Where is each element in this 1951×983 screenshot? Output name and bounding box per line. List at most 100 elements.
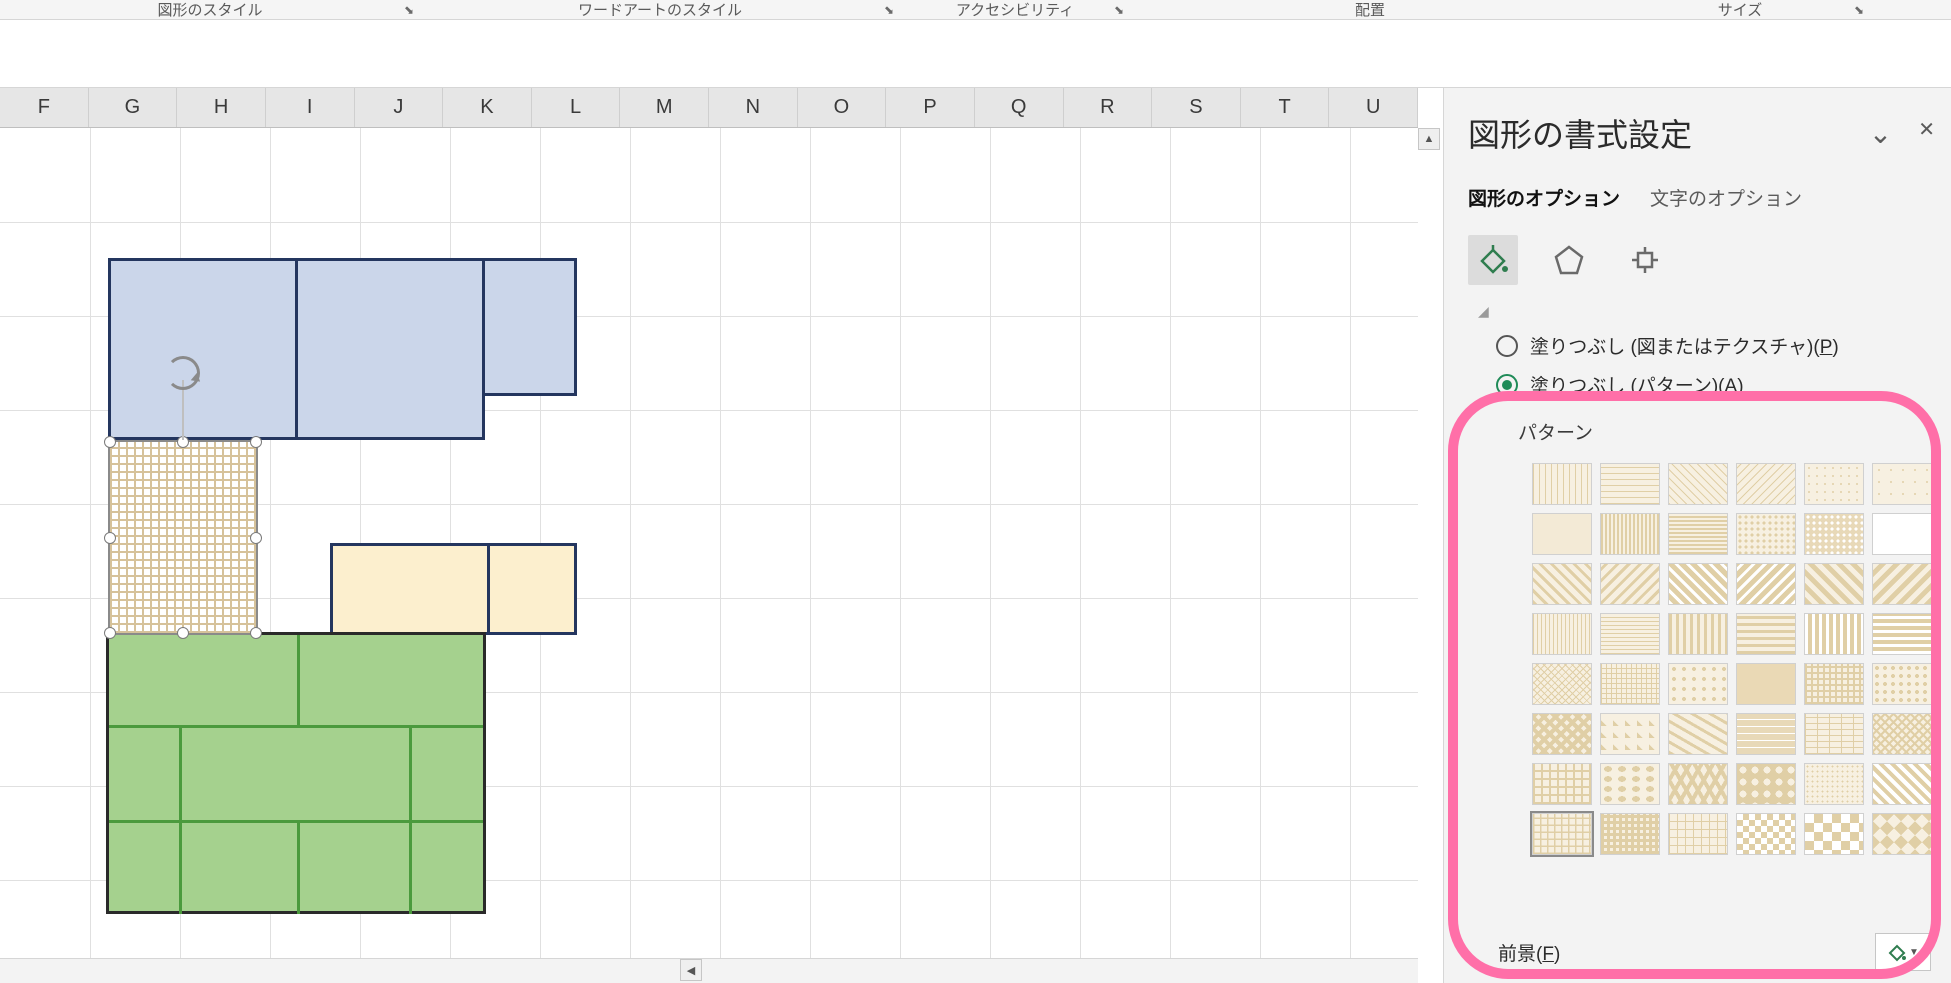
dialog-launcher-icon[interactable]: ⬊ <box>884 3 894 17</box>
col-header[interactable]: L <box>532 88 621 127</box>
horizontal-scrollbar[interactable]: ◀ <box>0 958 1418 983</box>
selected-shape[interactable] <box>108 440 258 635</box>
pattern-swatch[interactable] <box>1532 513 1592 555</box>
pattern-swatch[interactable] <box>1736 463 1796 505</box>
effects-icon[interactable] <box>1544 235 1594 285</box>
col-header[interactable]: F <box>0 88 89 127</box>
col-header[interactable]: M <box>620 88 709 127</box>
fill-picture-radio[interactable]: 塗りつぶし (図またはテクスチャ)(P) <box>1496 332 1935 359</box>
resize-handle-nw[interactable] <box>104 436 116 448</box>
size-properties-icon[interactable] <box>1620 235 1670 285</box>
resize-handle-e[interactable] <box>250 532 262 544</box>
pattern-swatch[interactable] <box>1600 613 1660 655</box>
pattern-swatch[interactable] <box>1668 713 1728 755</box>
fill-and-line-icon[interactable] <box>1468 235 1518 285</box>
pattern-swatch[interactable] <box>1872 813 1932 855</box>
pattern-swatch[interactable] <box>1872 663 1932 705</box>
pattern-swatch[interactable] <box>1736 663 1796 705</box>
pattern-swatch[interactable] <box>1736 763 1796 805</box>
resize-handle-ne[interactable] <box>250 436 262 448</box>
pattern-swatch[interactable] <box>1736 613 1796 655</box>
close-panel-icon[interactable]: ✕ <box>1918 117 1935 150</box>
pattern-swatch[interactable] <box>1804 813 1864 855</box>
pattern-swatch[interactable] <box>1668 813 1728 855</box>
col-header[interactable]: P <box>886 88 975 127</box>
shape-blue-3[interactable] <box>482 258 577 396</box>
spreadsheet-grid[interactable]: F G H I J K L M N O P Q R S T U <box>0 88 1443 983</box>
resize-handle-s[interactable] <box>177 627 189 639</box>
ribbon-group-label: ワードアートのスタイル <box>578 0 742 20</box>
col-header[interactable]: Q <box>975 88 1064 127</box>
grid-cells[interactable] <box>0 128 1418 958</box>
pattern-swatch[interactable] <box>1668 613 1728 655</box>
pattern-swatch[interactable] <box>1532 613 1592 655</box>
pattern-swatch[interactable] <box>1532 463 1592 505</box>
pattern-swatch[interactable] <box>1600 713 1660 755</box>
pattern-swatch[interactable] <box>1804 563 1864 605</box>
pattern-swatch[interactable] <box>1872 463 1932 505</box>
resize-handle-se[interactable] <box>250 627 262 639</box>
col-header[interactable]: R <box>1064 88 1153 127</box>
col-header[interactable]: U <box>1329 88 1418 127</box>
col-header[interactable]: H <box>177 88 266 127</box>
shape-cream-1[interactable] <box>330 543 490 635</box>
col-header[interactable]: N <box>709 88 798 127</box>
rotation-handle[interactable] <box>166 356 200 390</box>
pattern-swatch[interactable] <box>1804 613 1864 655</box>
collapse-panel-icon[interactable]: ⌄ <box>1869 117 1892 150</box>
pattern-swatch-selected[interactable] <box>1532 813 1592 855</box>
col-header[interactable]: J <box>355 88 444 127</box>
pattern-swatch[interactable] <box>1668 463 1728 505</box>
resize-handle-w[interactable] <box>104 532 116 544</box>
pattern-swatch[interactable] <box>1600 513 1660 555</box>
pattern-swatch[interactable] <box>1736 513 1796 555</box>
pattern-swatch[interactable] <box>1736 563 1796 605</box>
dialog-launcher-icon[interactable]: ⬊ <box>1854 3 1864 17</box>
pattern-swatch[interactable] <box>1804 663 1864 705</box>
shape-blue-2[interactable] <box>295 258 485 440</box>
pattern-swatch[interactable] <box>1668 663 1728 705</box>
pattern-swatch[interactable] <box>1872 513 1932 555</box>
pattern-swatch[interactable] <box>1872 713 1932 755</box>
pattern-swatch[interactable] <box>1736 713 1796 755</box>
pattern-swatch[interactable] <box>1668 563 1728 605</box>
pattern-swatch[interactable] <box>1872 563 1932 605</box>
pattern-swatch[interactable] <box>1600 463 1660 505</box>
resize-handle-sw[interactable] <box>104 627 116 639</box>
pattern-swatch[interactable] <box>1600 763 1660 805</box>
pattern-swatch[interactable] <box>1532 663 1592 705</box>
shape-green-tatami[interactable] <box>106 632 486 914</box>
pattern-swatch[interactable] <box>1804 463 1864 505</box>
pattern-swatch[interactable] <box>1804 763 1864 805</box>
pattern-swatch[interactable] <box>1872 613 1932 655</box>
pattern-swatch[interactable] <box>1600 563 1660 605</box>
section-caret-icon[interactable]: ◢ <box>1478 303 1935 320</box>
scroll-up-button[interactable]: ▲ <box>1418 128 1440 150</box>
shape-blue-1[interactable] <box>108 258 298 440</box>
pattern-swatch[interactable] <box>1668 763 1728 805</box>
scroll-left-button[interactable]: ◀ <box>680 959 702 981</box>
col-header[interactable]: I <box>266 88 355 127</box>
pattern-swatch[interactable] <box>1668 513 1728 555</box>
foreground-color-button[interactable]: ▼ <box>1875 933 1931 971</box>
col-header[interactable]: G <box>89 88 178 127</box>
col-header[interactable]: O <box>798 88 887 127</box>
pattern-swatch[interactable] <box>1872 763 1932 805</box>
fill-pattern-radio[interactable]: 塗りつぶし (パターン)(A) <box>1496 371 1935 398</box>
pattern-swatch[interactable] <box>1804 713 1864 755</box>
pattern-swatch[interactable] <box>1532 713 1592 755</box>
col-header[interactable]: T <box>1241 88 1330 127</box>
col-header[interactable]: K <box>443 88 532 127</box>
pattern-swatch[interactable] <box>1736 813 1796 855</box>
pattern-swatch[interactable] <box>1532 563 1592 605</box>
shape-cream-2[interactable] <box>487 543 577 635</box>
pattern-swatch[interactable] <box>1532 763 1592 805</box>
dialog-launcher-icon[interactable]: ⬊ <box>1114 3 1124 17</box>
col-header[interactable]: S <box>1152 88 1241 127</box>
pattern-swatch[interactable] <box>1804 513 1864 555</box>
tab-shape-options[interactable]: 図形のオプション <box>1468 184 1620 211</box>
tab-text-options[interactable]: 文字のオプション <box>1650 184 1802 211</box>
pattern-swatch[interactable] <box>1600 663 1660 705</box>
dialog-launcher-icon[interactable]: ⬊ <box>404 3 414 17</box>
pattern-swatch[interactable] <box>1600 813 1660 855</box>
